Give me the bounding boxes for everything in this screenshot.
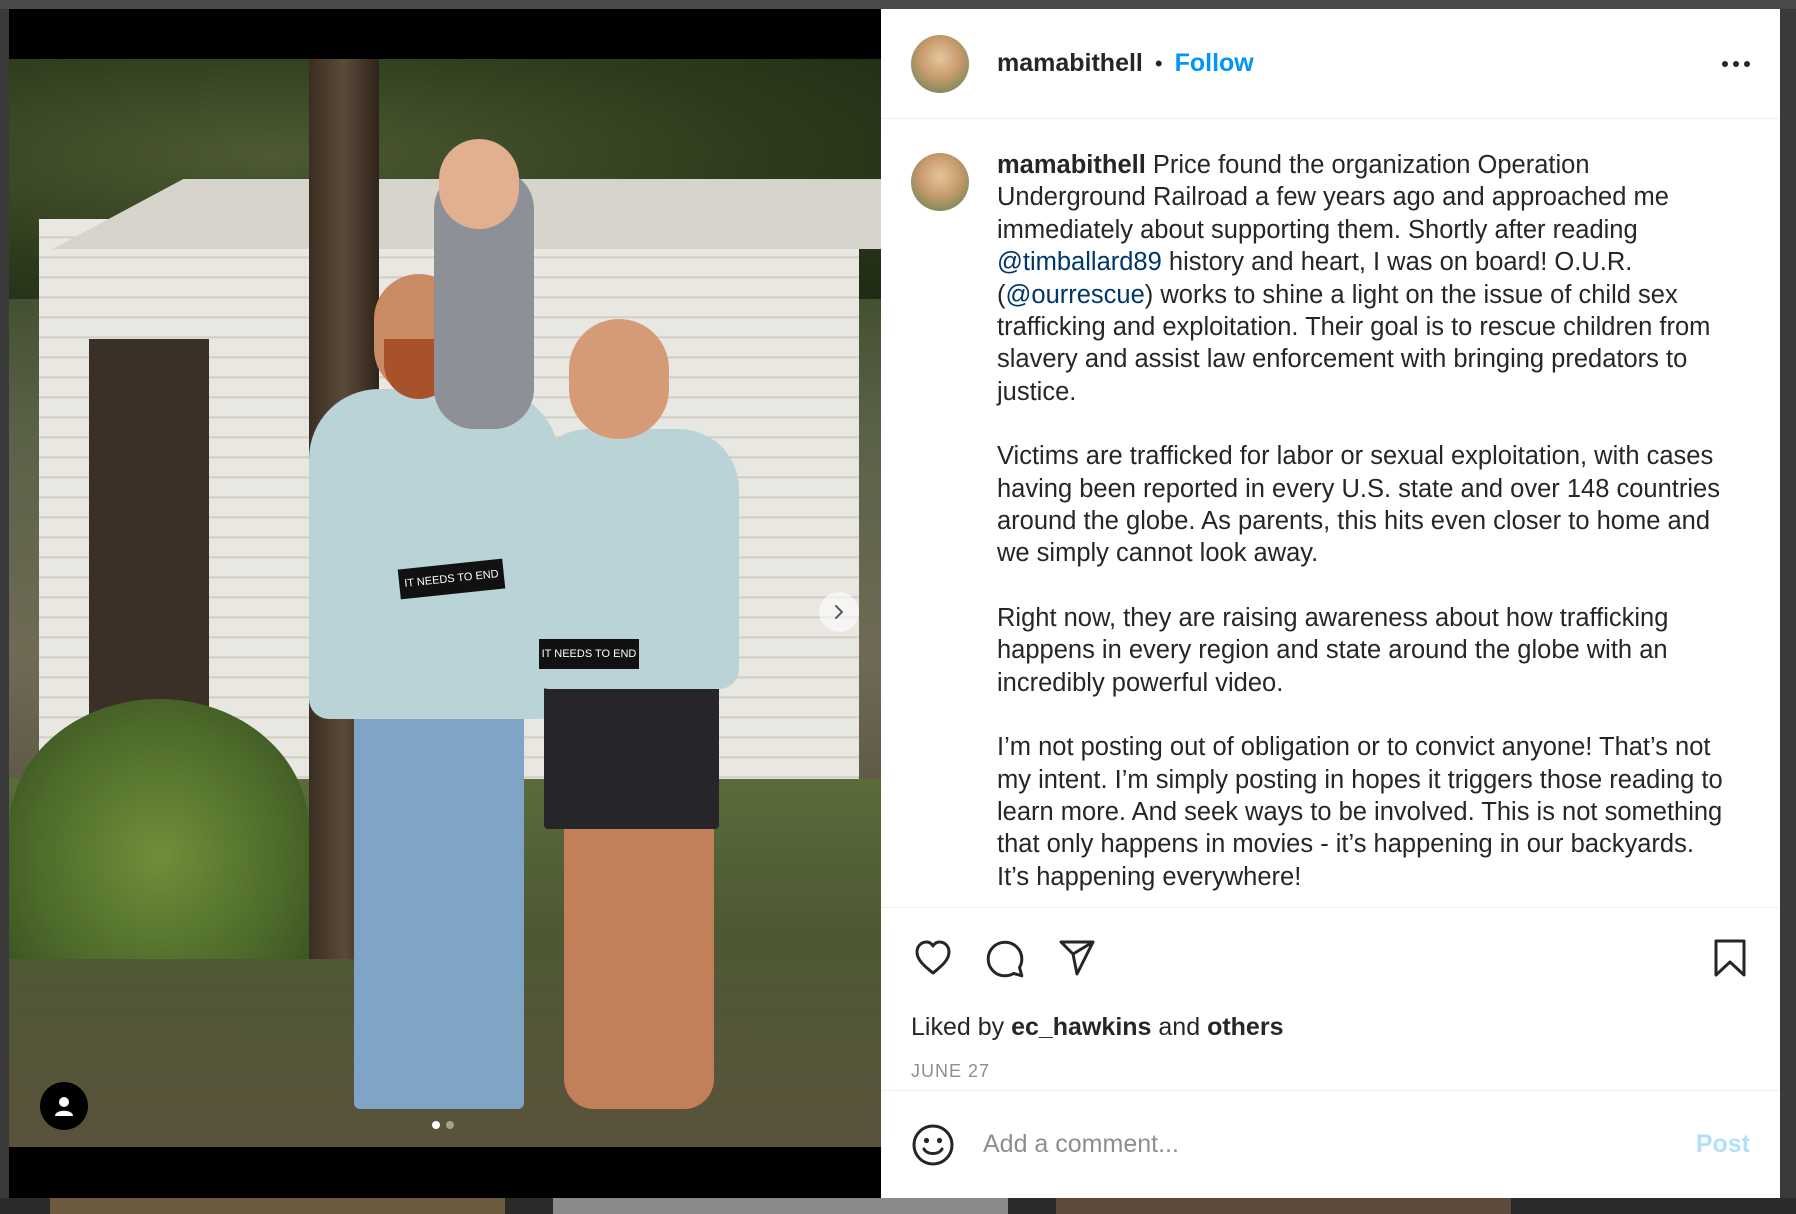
- background-strip-top: [0, 0, 1796, 9]
- chevron-right-icon: [835, 605, 843, 619]
- more-options-button[interactable]: [1722, 60, 1750, 67]
- comment-button[interactable]: [983, 936, 1027, 980]
- shirt-print-text: IT NEEDS TO END: [541, 648, 637, 660]
- caption-username[interactable]: mamabithell: [997, 151, 1146, 179]
- save-button[interactable]: [1708, 936, 1752, 980]
- carousel-dot: [446, 1121, 454, 1129]
- header-separator: •: [1154, 50, 1163, 76]
- caption-paragraph: Victims are trafficked for labor or sexu…: [997, 442, 1720, 568]
- tagged-users-button[interactable]: [40, 1082, 88, 1130]
- liked-by-others-link[interactable]: others: [1207, 1013, 1283, 1041]
- likes-summary: Liked by ec_hawkins and others: [881, 1007, 1780, 1047]
- caption-paragraph: mamabithell Price found the organization…: [997, 149, 1727, 408]
- heart-icon: [915, 940, 951, 974]
- mention-link[interactable]: @ourrescue: [1006, 281, 1145, 309]
- background-thumbnail: [1056, 1198, 1511, 1214]
- comment-input[interactable]: [983, 1130, 1696, 1159]
- photo-person-man-jeans: [354, 709, 524, 1109]
- photo-person-man-shirt: [309, 389, 559, 719]
- post-comment-button[interactable]: Post: [1696, 1130, 1750, 1159]
- photo-person-woman-shorts: [544, 679, 719, 829]
- mention-link[interactable]: @timballard89: [997, 248, 1162, 276]
- likes-prefix: Liked by: [911, 1013, 1005, 1041]
- post-photo: IT NEEDS TO END IT NEEDS TO END: [9, 59, 881, 1147]
- avatar[interactable]: [911, 153, 969, 211]
- more-horizontal-icon: [1744, 60, 1750, 67]
- likes-middle: and: [1158, 1013, 1201, 1041]
- post-media: IT NEEDS TO END IT NEEDS TO END: [9, 9, 881, 1198]
- caption-paragraph: I’m not posting out of obligation or to …: [997, 733, 1723, 891]
- photo-person-woman-legs: [564, 819, 714, 1109]
- user-icon: [55, 1097, 73, 1116]
- comment-bar: Post: [881, 1090, 1780, 1198]
- share-button[interactable]: [1055, 936, 1099, 980]
- post-caption: mamabithell Price found the organization…: [997, 149, 1727, 907]
- photo-person-child-head: [439, 139, 519, 229]
- post-date[interactable]: JUNE 27: [881, 1061, 1780, 1091]
- photo-shirt-print: IT NEEDS TO END: [539, 639, 639, 669]
- carousel-next-button[interactable]: [819, 592, 859, 632]
- like-button[interactable]: [911, 936, 955, 980]
- comment-icon: [986, 940, 1024, 977]
- post-modal: IT NEEDS TO END IT NEEDS TO END mamabith…: [9, 9, 1780, 1198]
- liked-by-user-link[interactable]: ec_hawkins: [1011, 1013, 1151, 1041]
- bookmark-icon: [1714, 939, 1746, 976]
- author-username[interactable]: mamabithell: [997, 49, 1143, 78]
- follow-button[interactable]: Follow: [1175, 49, 1254, 78]
- background-thumbnail: [553, 1198, 1008, 1214]
- photo-person-woman-head: [569, 319, 669, 439]
- background-thumbnail: [50, 1198, 505, 1214]
- more-horizontal-icon: [1722, 60, 1728, 67]
- caption-paragraph: Right now, they are raising awareness ab…: [997, 603, 1669, 697]
- more-horizontal-icon: [1733, 60, 1739, 67]
- paper-plane-icon: [1059, 940, 1095, 975]
- carousel-dot: [432, 1121, 440, 1129]
- post-sidebar: mamabithell • Follow mamabithell Price f…: [881, 9, 1780, 1198]
- carousel-indicator: [432, 1121, 454, 1129]
- action-bar: [881, 907, 1780, 1007]
- photo-plant: [9, 699, 309, 959]
- avatar[interactable]: [911, 34, 969, 93]
- smiley-icon[interactable]: [911, 1123, 955, 1167]
- caption-area: mamabithell Price found the organization…: [881, 119, 1780, 907]
- post-header: mamabithell • Follow: [881, 9, 1780, 119]
